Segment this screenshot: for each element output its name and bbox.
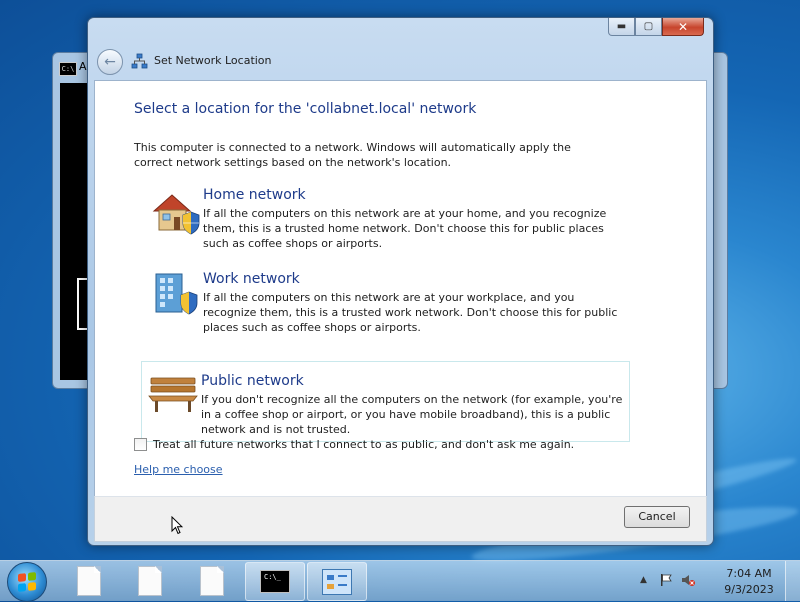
network-icon: [131, 53, 148, 69]
mouse-cursor-icon: [171, 516, 183, 535]
dialog-content: Select a location for the 'collabnet.loc…: [94, 80, 707, 497]
work-network-description: If all the computers on this network are…: [203, 291, 618, 334]
taskbar-command-prompt[interactable]: C:\_: [245, 562, 305, 601]
work-network-option[interactable]: Work network If all the computers on thi…: [143, 270, 631, 346]
treat-as-public-row[interactable]: Treat all future networks that I connect…: [134, 438, 574, 451]
back-arrow-icon[interactable]: ←: [97, 49, 123, 75]
taskbar-document-3[interactable]: [183, 562, 241, 599]
dialog-footer: Cancel: [94, 496, 707, 542]
show-desktop-button[interactable]: [785, 561, 800, 601]
action-center-flag-icon[interactable]: [659, 573, 673, 587]
document-icon: [138, 565, 162, 596]
start-button[interactable]: [7, 562, 47, 602]
set-network-location-dialog: ▬ ▢ ✕ ← Set Network Location Select a lo…: [87, 17, 714, 546]
help-me-choose-link[interactable]: Help me choose: [134, 463, 223, 476]
public-network-title: Public network: [201, 373, 304, 389]
clock-time: 7:04 AM: [726, 567, 772, 580]
network-settings-icon: [322, 568, 352, 595]
minimize-button[interactable]: ▬: [608, 18, 635, 36]
window-controls: ▬ ▢ ✕: [608, 18, 704, 37]
taskbar: C:\_ ▲ 7:04 AM 9/3/2023: [0, 560, 800, 602]
clock[interactable]: 7:04 AM 9/3/2023: [712, 566, 786, 598]
windows-logo-icon: [18, 572, 36, 592]
description-text: This computer is connected to a network.…: [134, 141, 571, 169]
cancel-button[interactable]: Cancel: [624, 506, 690, 528]
show-hidden-icons-icon[interactable]: ▲: [640, 575, 647, 585]
document-icon: [77, 565, 101, 596]
dialog-title: Set Network Location: [154, 54, 272, 67]
close-button[interactable]: ✕: [662, 18, 704, 36]
clock-date: 9/3/2023: [724, 583, 774, 596]
home-network-description: If all the computers on this network are…: [203, 207, 607, 250]
console-title: A: [79, 60, 87, 73]
treat-as-public-checkbox[interactable]: [134, 438, 147, 451]
building-shield-icon: [155, 273, 198, 315]
taskbar-document-2[interactable]: [121, 562, 179, 599]
system-tray: ▲: [640, 573, 703, 587]
public-network-option[interactable]: Public network If you don't recognize al…: [141, 361, 630, 442]
volume-muted-icon[interactable]: [681, 573, 695, 587]
home-network-option[interactable]: Home network If all the computers on thi…: [143, 186, 631, 262]
console-icon: C:\: [59, 62, 77, 76]
document-icon: [200, 565, 224, 596]
public-network-description: If you don't recognize all the computers…: [201, 393, 623, 436]
home-network-title: Home network: [203, 187, 306, 203]
park-bench-icon: [148, 377, 198, 412]
taskbar-control-panel[interactable]: [307, 562, 367, 601]
treat-as-public-label: Treat all future networks that I connect…: [153, 438, 575, 451]
taskbar-document-1[interactable]: [60, 562, 118, 599]
work-network-title: Work network: [203, 271, 300, 287]
command-prompt-icon: C:\_: [260, 570, 290, 593]
page-heading: Select a location for the 'collabnet.loc…: [134, 101, 477, 117]
maximize-button[interactable]: ▢: [635, 18, 662, 36]
house-shield-icon: [152, 194, 200, 235]
